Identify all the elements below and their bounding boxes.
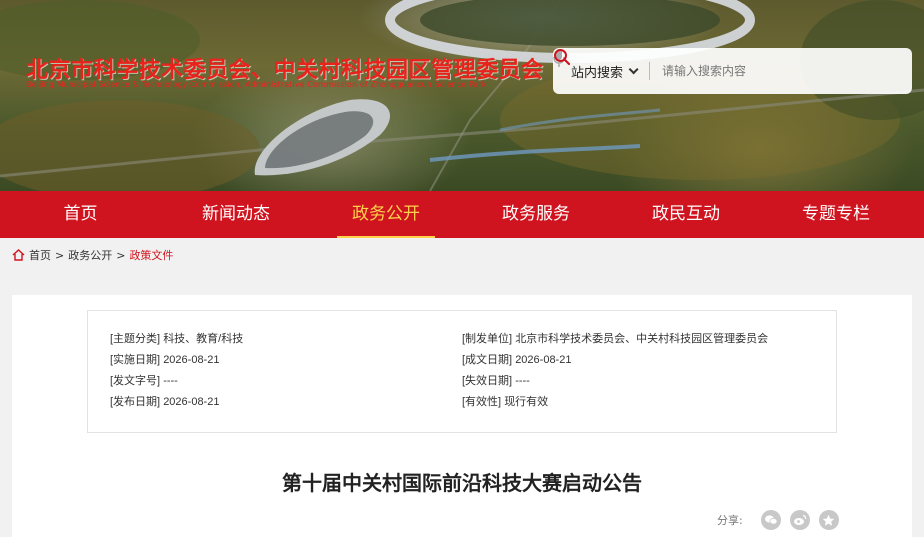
nav-item-news[interactable]: 新闻动态 [161,191,311,238]
home-icon [12,249,25,261]
breadcrumb-home[interactable]: 首页 [29,247,51,263]
document-metadata: [主题分类] 科技、教育/科技 [实施日期] 2026-08-21 [发文字号]… [87,310,837,433]
metadata-right-column: [制发单位] 北京市科学技术委员会、中关村科技园区管理委员会 [成文日期] 20… [462,329,768,413]
nav-item-government-affairs[interactable]: 政务公开 [311,191,461,238]
breadcrumb-separator: > [55,248,65,262]
search-divider [649,62,650,80]
search-bar: 站内搜索 [553,48,912,94]
breadcrumb-government-affairs[interactable]: 政务公开 [68,247,112,263]
metadata-row-effective-date: [实施日期] 2026-08-21 [110,354,220,366]
content-card: [主题分类] 科技、教育/科技 [实施日期] 2026-08-21 [发文字号]… [12,295,912,537]
search-input[interactable] [662,64,852,78]
site-subtitle: Beijing Municipal Science & Technology C… [26,80,487,89]
weibo-icon[interactable] [789,510,810,530]
header-banner: 北京市科学技术委员会、中关村科技园区管理委员会 Beijing Municipa… [0,0,924,191]
metadata-row-issuer: [制发单位] 北京市科学技术委员会、中关村科技园区管理委员会 [462,333,769,345]
metadata-row-validity: [有效性] 现行有效 [462,396,549,408]
search-icon[interactable] [553,48,571,66]
metadata-row-publish-date: [发布日期] 2026-08-21 [110,396,220,408]
breadcrumb-separator: > [116,248,126,262]
share-label: 分享: [717,514,743,527]
nav-item-home[interactable]: 首页 [0,191,161,238]
nav-item-special-topics[interactable]: 专题专栏 [761,191,911,238]
nav-item-government-services[interactable]: 政务服务 [461,191,611,238]
banner-aerial-image [0,0,924,191]
favorite-icon[interactable] [818,510,839,530]
metadata-row-written-date: [成文日期] 2026-08-21 [462,354,572,366]
search-scope-label: 站内搜索 [571,65,624,81]
metadata-left-column: [主题分类] 科技、教育/科技 [实施日期] 2026-08-21 [发文字号]… [110,329,243,413]
metadata-row-category: [主题分类] 科技、教育/科技 [110,333,244,345]
chevron-down-icon [628,63,639,74]
article-title: 第十届中关村国际前沿科技大赛启动公告 [282,473,642,495]
metadata-row-expiry-date: [失效日期] ---- [462,375,530,387]
wechat-icon[interactable] [760,510,781,530]
main-nav: 首页 新闻动态 政务公开 政务服务 政民互动 专题专栏 [0,191,924,238]
breadcrumb: 首页 > 政务公开 > 政策文件 [12,247,173,263]
breadcrumb-policy-documents[interactable]: 政策文件 [129,247,173,263]
metadata-row-document-number: [发文字号] ---- [110,375,178,387]
nav-item-public-interaction[interactable]: 政民互动 [611,191,761,238]
share-bar: 分享: [717,510,839,530]
